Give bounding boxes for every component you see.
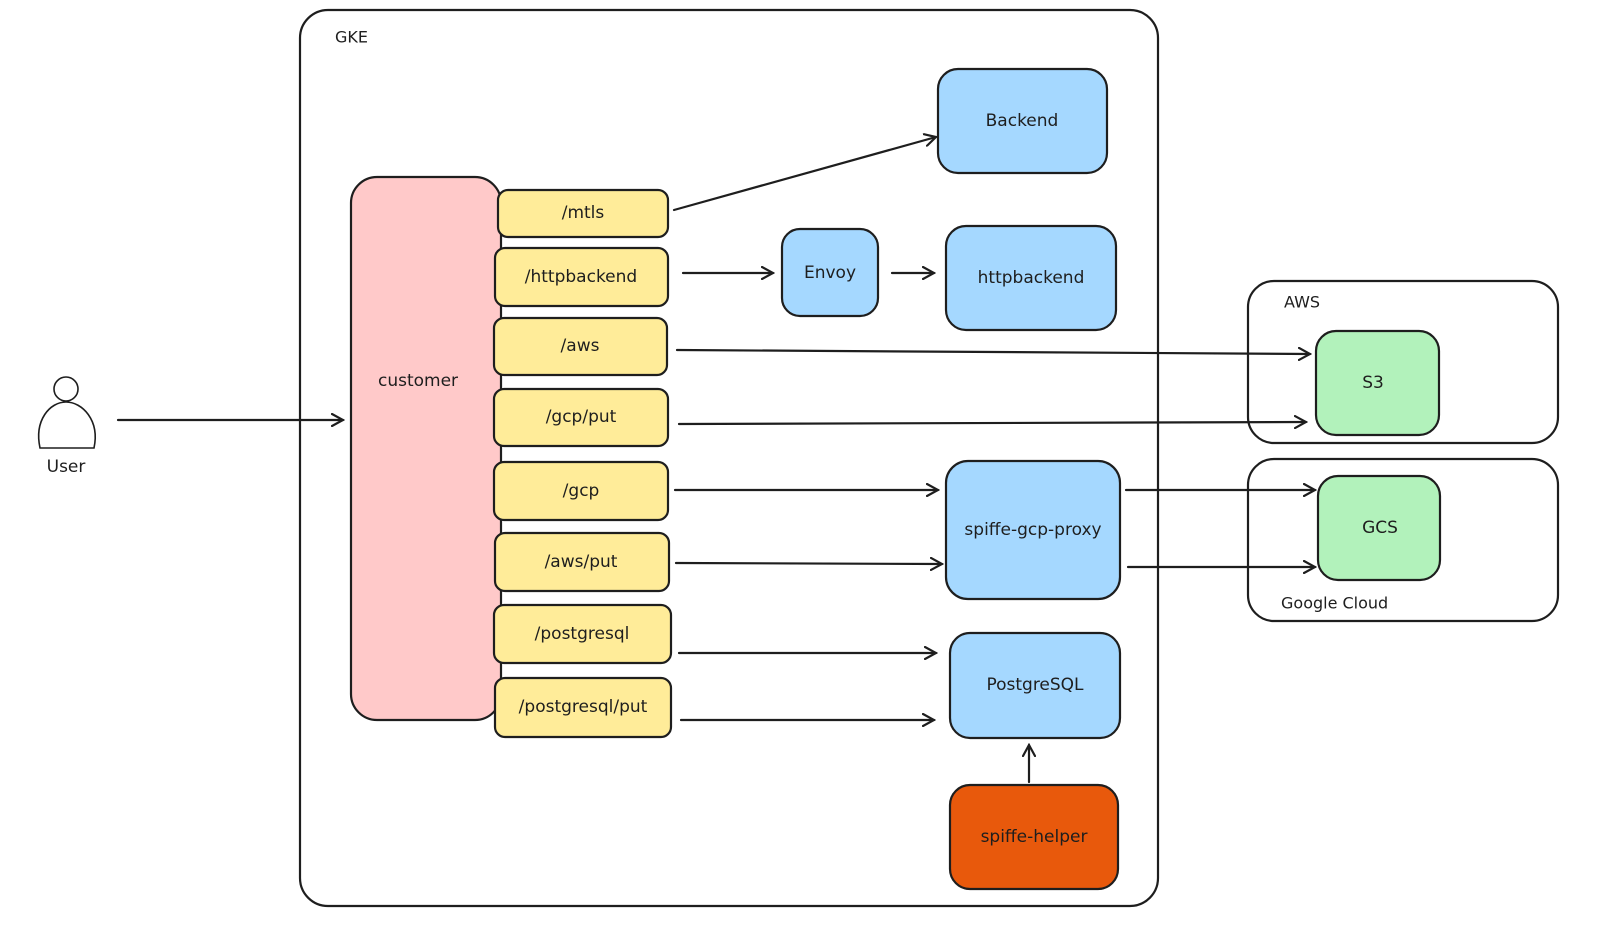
aws-label: AWS	[1284, 293, 1320, 312]
arrow-aws-s3	[675, 350, 1310, 354]
route-label: /aws	[561, 336, 600, 356]
httpbackend-label: httpbackend	[978, 268, 1085, 288]
user-label: User	[47, 457, 86, 477]
postgresql-node: PostgreSQL	[948, 631, 1122, 740]
route-aws-put: /aws/put	[493, 531, 671, 593]
httpbackend-node: httpbackend	[944, 224, 1118, 332]
backend-node: Backend	[936, 67, 1109, 175]
route-mtls: /mtls	[496, 188, 670, 239]
arrow-gcp-put-s3	[677, 422, 1306, 424]
backend-label: Backend	[986, 111, 1059, 131]
route-gcp: /gcp	[492, 460, 670, 522]
customer-node: customer	[349, 175, 503, 722]
person-icon	[37, 376, 96, 449]
route-httpbackend: /httpbackend	[493, 246, 670, 308]
route-label: /postgresql/put	[519, 697, 648, 717]
route-label: /gcp/put	[546, 407, 617, 427]
spiffe-gcp-proxy-label: spiffe-gcp-proxy	[964, 520, 1101, 540]
spiffe-helper-node: spiffe-helper	[948, 783, 1120, 891]
architecture-diagram: GKE AWS Google Cloud User customer /mtls…	[37, 8, 1560, 908]
gcs-label: GCS	[1362, 518, 1398, 538]
route-aws: /aws	[492, 316, 669, 377]
route-label: /aws/put	[545, 552, 618, 572]
route-label: /postgresql	[535, 624, 630, 644]
google-cloud-label: Google Cloud	[1281, 594, 1388, 613]
s3-node: S3	[1314, 329, 1441, 437]
spiffe-helper-label: spiffe-helper	[981, 827, 1088, 847]
route-postgresql: /postgresql	[492, 603, 673, 665]
gke-label: GKE	[335, 28, 368, 47]
route-label: /gcp	[563, 481, 600, 501]
user-actor: User	[37, 376, 96, 477]
route-label: /httpbackend	[525, 267, 637, 287]
envoy-node: Envoy	[780, 227, 880, 318]
s3-label: S3	[1362, 373, 1384, 393]
arrow-mtls-backend	[672, 137, 936, 212]
route-label: /mtls	[562, 203, 605, 223]
spiffe-gcp-proxy-node: spiffe-gcp-proxy	[944, 459, 1122, 601]
route-gcp-put: /gcp/put	[492, 387, 670, 448]
postgresql-label: PostgreSQL	[986, 675, 1084, 695]
route-postgresql-put: /postgresql/put	[493, 676, 673, 739]
gcs-node: GCS	[1316, 474, 1442, 582]
customer-label: customer	[378, 371, 458, 391]
envoy-label: Envoy	[804, 263, 856, 283]
arrow-aws-put-proxy	[674, 563, 942, 564]
